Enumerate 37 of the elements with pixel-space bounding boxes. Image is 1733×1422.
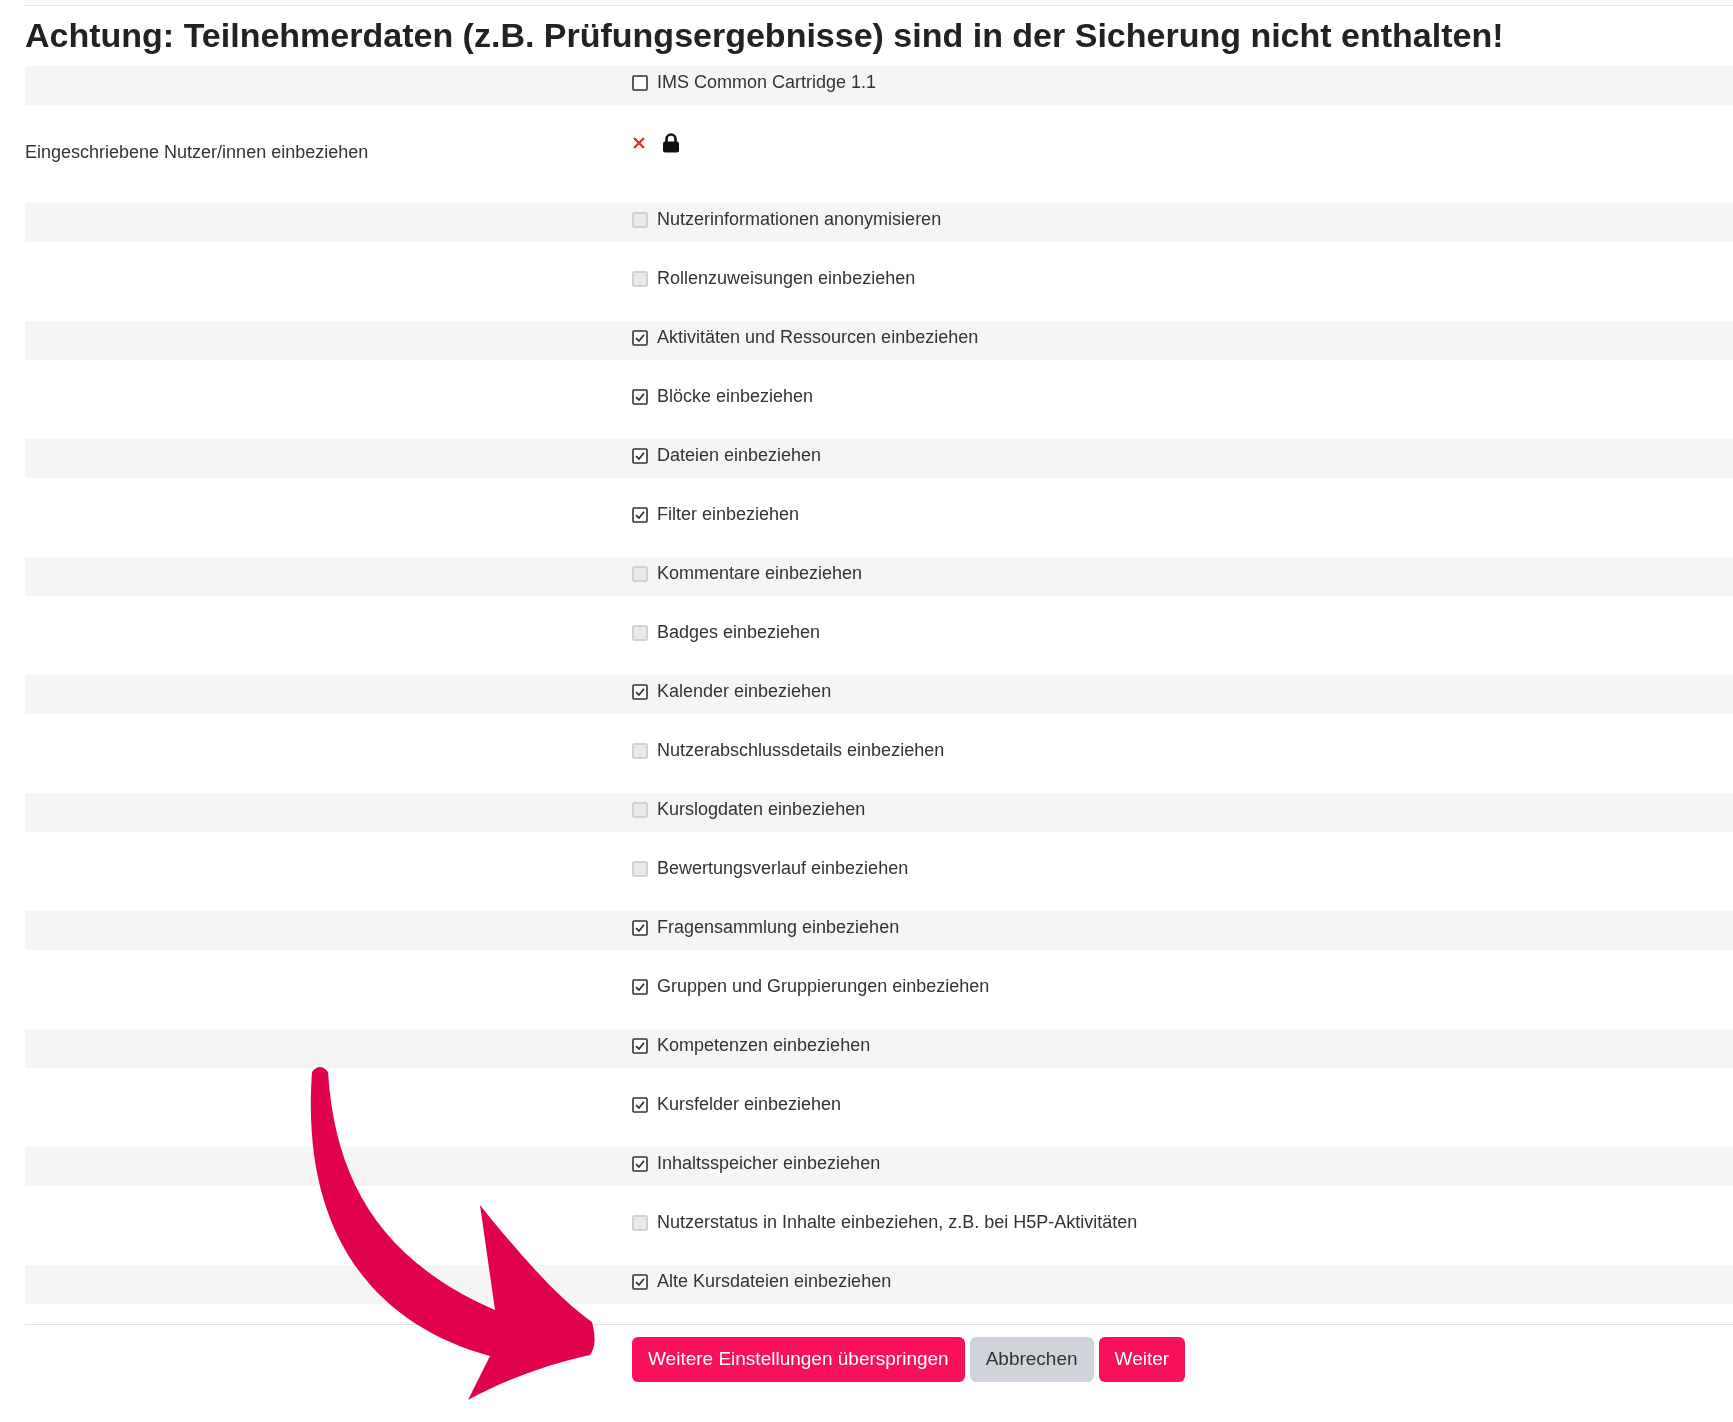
checkbox[interactable]: [632, 506, 648, 523]
checkbox[interactable]: [632, 1096, 648, 1113]
checkbox[interactable]: [632, 919, 648, 936]
checkbox-label: Rollenzuweisungen einbeziehen: [657, 267, 916, 290]
checkbox-label: Kurslogdaten einbeziehen: [657, 798, 866, 821]
checkbox[interactable]: [632, 1155, 648, 1172]
checkbox-label: IMS Common Cartridge 1.1: [657, 71, 877, 94]
form-button[interactable]: Abbrechen: [969, 1337, 1094, 1382]
checkbox[interactable]: [632, 329, 648, 346]
checkbox[interactable]: [632, 388, 648, 405]
checkbox[interactable]: [632, 447, 648, 464]
checkbox-label: Kommentare einbeziehen: [657, 562, 863, 585]
checkbox-label: Kalender einbeziehen: [657, 680, 832, 703]
setting-label: Eingeschriebene Nutzer/innen einbeziehen: [25, 141, 370, 164]
checkbox-label: Aktivitäten und Ressourcen einbeziehen: [657, 326, 979, 349]
checkbox-label: Blöcke einbeziehen: [657, 385, 814, 408]
checkbox-label: Bewertungsverlauf einbeziehen: [657, 857, 909, 880]
checkbox-label: Nutzerabschlussdetails einbeziehen: [657, 739, 945, 762]
checkbox-label: Nutzerinformationen anonymisieren: [657, 208, 942, 231]
checkbox[interactable]: [632, 1037, 648, 1054]
checkbox-label: Filter einbeziehen: [657, 503, 800, 526]
checkbox[interactable]: [632, 74, 648, 91]
checkbox-label: Kompetenzen einbeziehen: [657, 1034, 871, 1057]
checkbox-label: Dateien einbeziehen: [657, 444, 822, 467]
checkbox[interactable]: [632, 978, 648, 995]
form-button[interactable]: Weiter: [1098, 1337, 1186, 1382]
checkbox-label: Nutzerstatus in Inhalte einbeziehen, z.B. bei H5P-Aktivitäten: [657, 1211, 1138, 1234]
checkbox[interactable]: [632, 683, 648, 700]
checkbox-label: Fragensammlung einbeziehen: [657, 916, 900, 939]
form-button[interactable]: Weitere Einstellungen überspringen: [632, 1337, 965, 1382]
checkbox-label: Alte Kursdateien einbeziehen: [657, 1270, 892, 1293]
checkbox[interactable]: [632, 1273, 648, 1290]
checkbox-label: Gruppen und Gruppierungen einbeziehen: [657, 975, 990, 998]
warning-heading: Achtung: Teilnehmerdaten (z.B. Prüfungsergebnisse) sind in der Sicherung nicht enthalten!: [25, 15, 1505, 56]
checkbox-label: Kursfelder einbeziehen: [657, 1093, 842, 1116]
checkbox-label: Inhaltsspeicher einbeziehen: [657, 1152, 881, 1175]
checkbox-label: Badges einbeziehen: [657, 621, 821, 644]
